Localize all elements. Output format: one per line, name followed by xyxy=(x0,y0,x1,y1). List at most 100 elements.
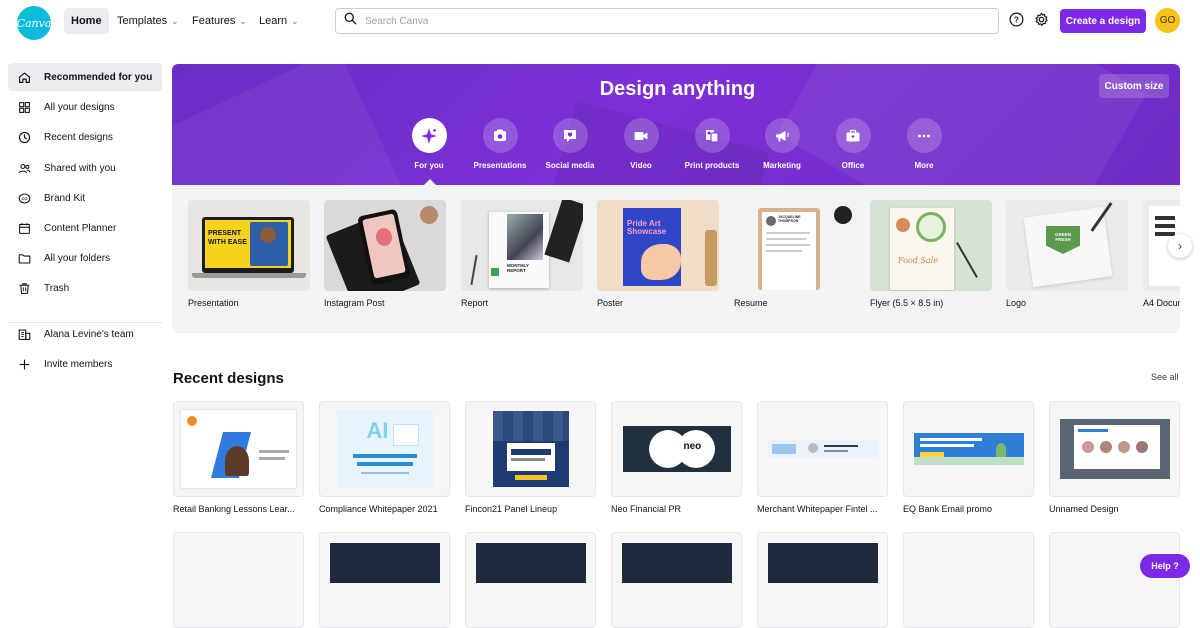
trash-icon xyxy=(17,281,31,295)
template-thumbnail: Pride Art Showcase xyxy=(597,200,719,291)
design-thumbnail xyxy=(1049,401,1180,497)
design-thumbnail: neo xyxy=(611,401,742,497)
template-poster[interactable]: Pride Art Showcase Poster xyxy=(597,200,719,308)
design-thumbnail xyxy=(173,401,304,497)
design-card[interactable] xyxy=(903,532,1034,628)
design-card[interactable]: EQ Bank Email promo xyxy=(903,401,1034,514)
design-thumbnail xyxy=(757,401,888,497)
thumb-text: Pride Art Showcase xyxy=(627,219,667,236)
nav-features[interactable]: Features ⌄ xyxy=(185,8,254,34)
sidebar-item-brand-kit[interactable]: CO Brand Kit xyxy=(8,184,162,212)
nav-learn[interactable]: Learn ⌄ xyxy=(252,8,306,34)
thumb-text: Food Sale xyxy=(898,256,938,265)
custom-size-button[interactable]: Custom size xyxy=(1099,74,1169,98)
nav-features-label: Features xyxy=(192,15,236,27)
help-button[interactable]: Help ? xyxy=(1140,554,1190,578)
search-icon xyxy=(344,12,357,30)
search-bar[interactable] xyxy=(335,8,999,34)
design-thumbnail: AI xyxy=(319,401,450,497)
sidebar-item-recent[interactable]: Recent designs xyxy=(8,123,162,151)
canva-logo[interactable]: Canva xyxy=(17,6,51,40)
category-label: Social media xyxy=(545,161,595,170)
thumb-text: JACQUELINE THOMPSON xyxy=(778,215,801,223)
sidebar-item-content-planner[interactable]: Content Planner xyxy=(8,214,162,242)
sidebar-item-trash[interactable]: Trash xyxy=(8,274,162,302)
design-card[interactable] xyxy=(465,532,596,628)
top-bar: Canva Home Templates⌄ Features⌄ Learn⌄ ?… xyxy=(0,0,1200,42)
design-title: Fincon21 Panel Lineup xyxy=(465,504,558,514)
template-label: Report xyxy=(461,298,489,308)
category-label: Presentations xyxy=(473,161,527,170)
category-for-you[interactable]: For you xyxy=(389,118,469,170)
design-thumbnail xyxy=(465,401,596,497)
design-card[interactable] xyxy=(173,532,304,628)
category-more[interactable]: More xyxy=(884,118,964,170)
sidebar-item-folders[interactable]: All your folders xyxy=(8,244,162,272)
design-title: Compliance Whitepaper 2021 xyxy=(319,504,438,514)
category-video[interactable]: Video xyxy=(601,118,681,170)
design-thumbnail xyxy=(903,532,1034,628)
category-social-media[interactable]: Social media xyxy=(530,118,610,170)
megaphone-icon xyxy=(764,118,800,153)
search-input[interactable] xyxy=(365,15,965,27)
template-resume[interactable]: JACQUELINE THOMPSON Resume xyxy=(734,200,856,308)
calendar-icon xyxy=(17,221,31,235)
design-card[interactable] xyxy=(319,532,450,628)
logo-text: Canva xyxy=(16,16,52,30)
sidebar-item-shared[interactable]: Shared with you xyxy=(8,154,162,182)
template-report[interactable]: MONTHLY REPORT Report xyxy=(461,200,583,308)
design-card[interactable]: Unnamed Design xyxy=(1049,401,1180,514)
template-flyer[interactable]: Food Sale Flyer (5.5 × 8.5 in) xyxy=(870,200,992,308)
design-thumbnail xyxy=(903,401,1034,497)
avatar[interactable]: GO xyxy=(1155,8,1180,33)
presentation-icon xyxy=(482,118,518,153)
design-card[interactable] xyxy=(1049,532,1180,628)
nav-home[interactable]: Home xyxy=(64,8,109,34)
carousel-next-button[interactable]: › xyxy=(1168,234,1192,258)
template-presentation[interactable]: PRESENT WITH EASE Presentation xyxy=(188,200,310,308)
design-thumbnail xyxy=(173,532,304,628)
category-marketing[interactable]: Marketing xyxy=(742,118,822,170)
design-card[interactable] xyxy=(611,532,742,628)
design-thumbnail xyxy=(1049,532,1180,628)
design-card[interactable]: Retail Banking Lessons Lear... xyxy=(173,401,304,514)
recent-designs-title: Recent designs xyxy=(173,370,284,387)
create-design-button[interactable]: Create a design xyxy=(1060,9,1146,33)
template-label: Instagram Post xyxy=(324,298,385,308)
sidebar-item-invite[interactable]: Invite members xyxy=(8,350,162,378)
people-icon xyxy=(17,161,31,175)
category-presentations[interactable]: Presentations xyxy=(460,118,540,170)
thumb-text: GREEN FRESH xyxy=(1054,232,1071,242)
sidebar-item-team[interactable]: Alana Levine's team xyxy=(8,320,162,348)
chevron-down-icon: ⌄ xyxy=(171,15,179,26)
design-card[interactable] xyxy=(757,532,888,628)
team-building-icon xyxy=(17,327,31,341)
design-thumbnail xyxy=(611,532,742,628)
template-label: Poster xyxy=(597,298,624,308)
design-card[interactable]: Merchant Whitepaper Fintel ... xyxy=(757,401,888,514)
category-print-products[interactable]: Print products xyxy=(672,118,752,170)
sidebar-item-label: All your designs xyxy=(44,101,115,113)
see-all-link[interactable]: See all xyxy=(1151,372,1179,382)
design-title: EQ Bank Email promo xyxy=(903,504,993,514)
template-label: Presentation xyxy=(188,298,239,308)
hero-title: Design anything xyxy=(599,78,756,100)
chevron-down-icon: ⌄ xyxy=(239,15,247,26)
nav-templates[interactable]: Templates ⌄ xyxy=(110,8,186,34)
template-label: Flyer (5.5 × 8.5 in) xyxy=(870,298,944,308)
sidebar-item-label: Alana Levine's team xyxy=(44,328,134,340)
settings-gear-icon[interactable] xyxy=(1033,11,1049,27)
template-thumbnail: PRESENT WITH EASE xyxy=(188,200,310,291)
svg-text:?: ? xyxy=(1013,14,1018,24)
sidebar-item-label: All your folders xyxy=(44,252,111,264)
category-office[interactable]: Office xyxy=(813,118,893,170)
category-label: Print products xyxy=(684,161,740,170)
template-logo[interactable]: GREEN FRESH Logo xyxy=(1006,200,1128,308)
template-instagram-post[interactable]: Instagram Post xyxy=(324,200,446,308)
nav-learn-label: Learn xyxy=(259,15,288,27)
design-card[interactable]: Fincon21 Panel Lineup xyxy=(465,401,596,514)
help-circle-icon[interactable]: ? xyxy=(1008,11,1024,27)
design-card[interactable]: AI Compliance Whitepaper 2021 xyxy=(319,401,450,514)
design-card[interactable]: neo Neo Financial PR xyxy=(611,401,742,514)
template-thumbnail: JACQUELINE THOMPSON xyxy=(734,200,856,291)
